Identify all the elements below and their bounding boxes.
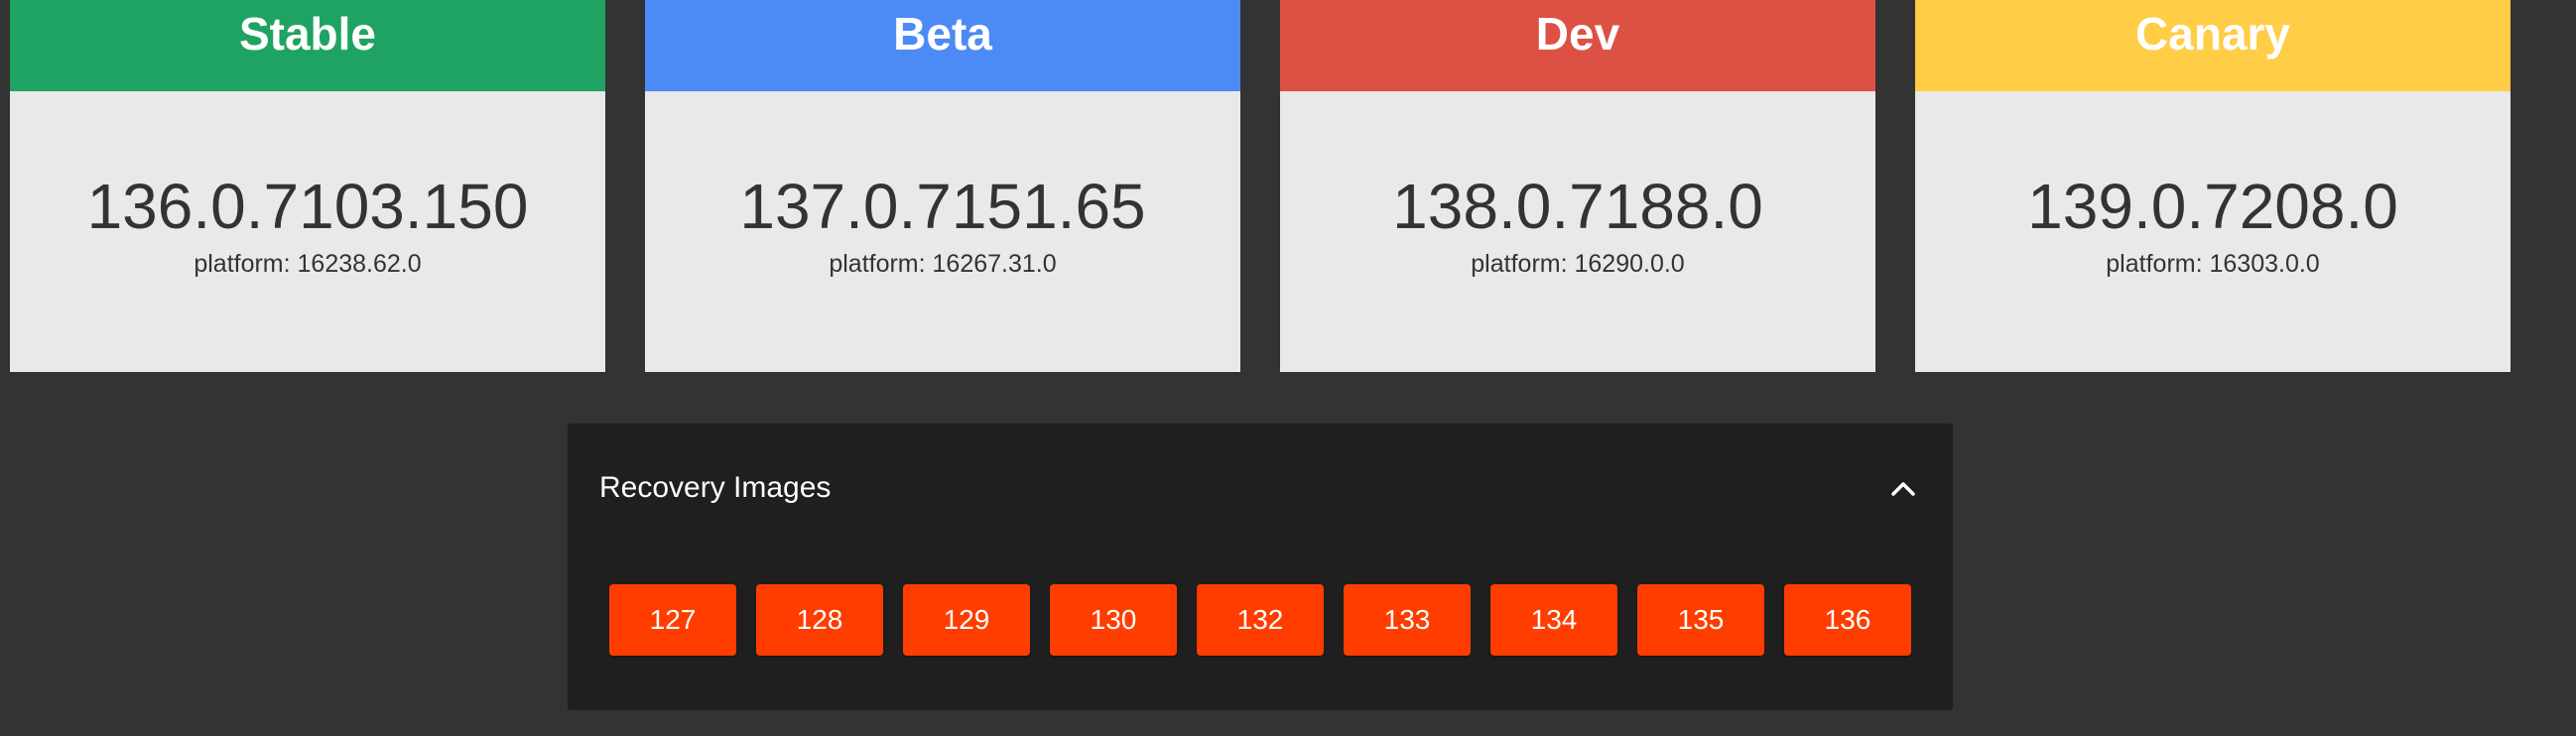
recovery-images-panel: Recovery Images 127 128 129 130 132 133 … (568, 424, 1953, 710)
recovery-button-127[interactable]: 127 (609, 584, 736, 656)
recovery-version-buttons: 127 128 129 130 132 133 134 135 136 (568, 584, 1953, 656)
recovery-button-129[interactable]: 129 (903, 584, 1030, 656)
channel-platform: platform: 16267.31.0 (829, 250, 1057, 278)
channel-card-canary: Canary 139.0.7208.0 platform: 16303.0.0 (1915, 0, 2511, 372)
channel-card-stable: Stable 136.0.7103.150 platform: 16238.62… (10, 0, 605, 372)
recovery-images-title: Recovery Images (599, 471, 832, 504)
recovery-button-134[interactable]: 134 (1490, 584, 1617, 656)
channel-platform: platform: 16238.62.0 (193, 250, 422, 278)
recovery-images-header[interactable]: Recovery Images (568, 424, 1953, 552)
channel-header-canary: Canary (1915, 0, 2511, 91)
recovery-button-135[interactable]: 135 (1637, 584, 1764, 656)
channel-body-dev: 138.0.7188.0 platform: 16290.0.0 (1280, 91, 1875, 372)
channel-version: 137.0.7151.65 (739, 171, 1146, 242)
channel-platform: platform: 16290.0.0 (1471, 250, 1685, 278)
channel-body-canary: 139.0.7208.0 platform: 16303.0.0 (1915, 91, 2511, 372)
channel-version: 138.0.7188.0 (1392, 171, 1763, 242)
chevron-up-icon[interactable] (1885, 470, 1921, 506)
recovery-button-132[interactable]: 132 (1197, 584, 1324, 656)
channel-body-beta: 137.0.7151.65 platform: 16267.31.0 (645, 91, 1240, 372)
recovery-button-133[interactable]: 133 (1344, 584, 1471, 656)
channel-body-stable: 136.0.7103.150 platform: 16238.62.0 (10, 91, 605, 372)
channel-header-stable: Stable (10, 0, 605, 91)
recovery-button-130[interactable]: 130 (1050, 584, 1177, 656)
channel-card-dev: Dev 138.0.7188.0 platform: 16290.0.0 (1280, 0, 1875, 372)
channel-header-beta: Beta (645, 0, 1240, 91)
recovery-button-128[interactable]: 128 (756, 584, 883, 656)
channel-version: 136.0.7103.150 (86, 171, 529, 242)
channel-card-beta: Beta 137.0.7151.65 platform: 16267.31.0 (645, 0, 1240, 372)
channel-cards: Stable 136.0.7103.150 platform: 16238.62… (10, 0, 2511, 372)
channel-header-dev: Dev (1280, 0, 1875, 91)
channel-version: 139.0.7208.0 (2027, 171, 2398, 242)
channel-platform: platform: 16303.0.0 (2106, 250, 2320, 278)
recovery-button-136[interactable]: 136 (1784, 584, 1911, 656)
